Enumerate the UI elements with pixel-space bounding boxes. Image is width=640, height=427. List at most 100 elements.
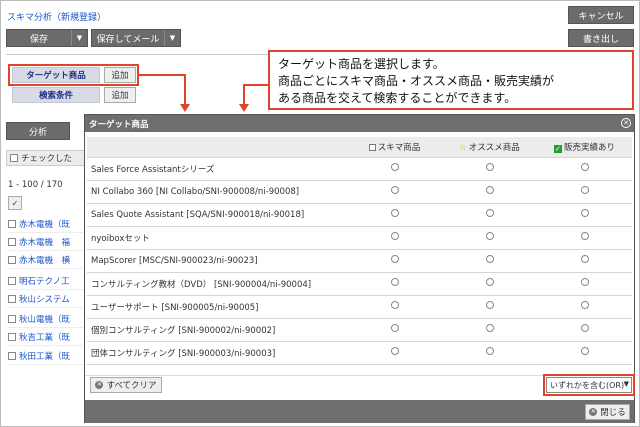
row-checkbox[interactable] xyxy=(8,255,16,264)
checkbox-icon xyxy=(10,154,18,162)
list-item-label[interactable]: 秋吉工業（既 xyxy=(19,331,70,343)
row-checkbox[interactable] xyxy=(8,314,16,323)
product-name: NI Collabo 360 [NI Collabo/SNI-900008/ni… xyxy=(87,180,347,204)
recommend-radio[interactable] xyxy=(485,278,494,286)
gap-radio[interactable] xyxy=(390,347,399,355)
row-checkbox[interactable] xyxy=(8,332,16,341)
list-item[interactable]: 赤木電機（既 xyxy=(8,215,84,233)
callout-line-3: ある商品を交えて検索することができます。 xyxy=(278,91,517,105)
sales-column-label: 販売実績あり xyxy=(563,142,615,153)
gap-radio[interactable] xyxy=(390,209,399,217)
table-row: コンサルティング教材（DVD） [SNI-900004/ni-90004] xyxy=(87,272,632,296)
arrow-down-icon xyxy=(180,104,190,112)
checked-action-label: チェックした xyxy=(21,154,73,164)
row-checkbox[interactable] xyxy=(8,237,16,246)
table-row: 個別コンサルティング [SNI-900002/ni-90002] xyxy=(87,318,632,342)
product-name: コンサルティング教材（DVD） [SNI-900004/ni-90004] xyxy=(87,272,347,296)
recommend-radio[interactable] xyxy=(485,301,494,309)
sales-radio[interactable] xyxy=(580,232,589,240)
recommend-radio[interactable] xyxy=(485,209,494,217)
product-name: Sales Force Assistantシリーズ xyxy=(87,157,347,181)
row-checkbox[interactable] xyxy=(8,351,16,360)
select-all-button[interactable]: ✓ xyxy=(8,196,22,210)
recommend-radio[interactable] xyxy=(485,163,494,171)
checked-action[interactable]: チェックした xyxy=(6,150,86,166)
list-item-label[interactable]: 赤木電機 福 xyxy=(19,236,70,248)
clear-all-label: すべてクリア xyxy=(106,381,157,391)
list-item-label[interactable]: 秋田工業（既 xyxy=(19,350,70,362)
sales-radio[interactable] xyxy=(580,278,589,286)
sales-radio[interactable] xyxy=(580,186,589,194)
clear-all-button[interactable]: ✕ すべてクリア xyxy=(90,377,162,393)
square-icon xyxy=(368,143,376,151)
callout-arrow-line xyxy=(243,84,245,106)
close-dialog-button[interactable]: ✕ 閉じる xyxy=(585,404,630,420)
arrow-down-icon xyxy=(239,104,249,112)
sales-radio[interactable] xyxy=(580,324,589,332)
close-icon[interactable]: ✕ xyxy=(621,118,631,128)
chevron-down-icon[interactable]: ▼ xyxy=(71,30,87,46)
gap-radio[interactable] xyxy=(390,232,399,240)
analyze-button[interactable]: 分析 xyxy=(6,122,70,140)
sales-radio[interactable] xyxy=(580,163,589,171)
product-column-header xyxy=(87,137,347,158)
row-checkbox[interactable] xyxy=(8,294,16,303)
list-item[interactable]: 赤木電機 横 xyxy=(8,251,84,269)
row-checkbox[interactable] xyxy=(8,276,16,285)
target-product-dialog: ターゲット商品 ✕ スキマ商品 ☆ オススメ商品 ✓ 販売実績あり Sales Fo… xyxy=(84,114,635,423)
star-icon: ☆ xyxy=(459,142,467,153)
table-row: NI Collabo 360 [NI Collabo/SNI-900008/ni… xyxy=(87,180,632,204)
gap-column-label: スキマ商品 xyxy=(377,142,421,153)
save-and-mail-button[interactable]: 保存してメール ▼ xyxy=(91,29,181,47)
search-condition-label: 検索条件 xyxy=(12,87,100,103)
gap-radio[interactable] xyxy=(390,255,399,263)
list-item[interactable]: 秋吉工業（既 xyxy=(8,328,84,346)
list-item-label[interactable]: 秋山システム xyxy=(19,293,70,305)
product-name: 団体コンサルティング [SNI-900003/ni-90003] xyxy=(87,341,347,365)
sales-radio[interactable] xyxy=(580,301,589,309)
sales-radio[interactable] xyxy=(580,347,589,355)
sales-column-header: ✓ 販売実績あり xyxy=(537,137,632,158)
list-item-label[interactable]: 赤木電機 横 xyxy=(19,254,70,266)
list-item[interactable]: 秋田工業（既 xyxy=(8,347,84,365)
gap-radio[interactable] xyxy=(390,163,399,171)
list-item-label[interactable]: 赤木電機（既 xyxy=(19,218,70,230)
sales-radio[interactable] xyxy=(580,209,589,217)
table-row: nyoiboxセット xyxy=(87,226,632,250)
recommend-radio[interactable] xyxy=(485,232,494,240)
clear-icon: ✕ xyxy=(95,381,104,389)
export-button[interactable]: 書き出し xyxy=(568,29,634,47)
recommend-radio[interactable] xyxy=(485,186,494,194)
chevron-down-icon[interactable]: ▼ xyxy=(164,30,180,46)
target-highlight-box xyxy=(8,64,139,86)
callout-line-2: 商品ごとにスキマ商品・オススメ商品・販売実績が xyxy=(278,74,555,88)
save-button[interactable]: 保存 ▼ xyxy=(6,29,88,47)
product-name: 個別コンサルティング [SNI-900002/ni-90002] xyxy=(87,318,347,342)
gap-radio[interactable] xyxy=(390,186,399,194)
product-name: nyoiboxセット xyxy=(87,226,347,250)
recommend-radio[interactable] xyxy=(485,324,494,332)
close-icon: ✕ xyxy=(589,408,598,416)
recommend-radio[interactable] xyxy=(485,255,494,263)
add-condition-button[interactable]: 追加 xyxy=(104,87,136,103)
gap-radio[interactable] xyxy=(390,324,399,332)
select-highlight-box xyxy=(543,374,635,396)
close-dialog-label: 閉じる xyxy=(600,408,626,418)
row-checkbox[interactable] xyxy=(8,219,16,228)
list-item[interactable]: 赤木電機 福 xyxy=(8,233,84,251)
dialog-bottom-bar: ✕ 閉じる xyxy=(85,400,634,423)
list-item-label[interactable]: 秋山電機（既 xyxy=(19,313,70,325)
list-item[interactable]: 秋山電機（既 xyxy=(8,310,84,328)
table-row: MapScorer [MSC/SNI-900023/ni-90023] xyxy=(87,249,632,273)
table-header-row: スキマ商品 ☆ オススメ商品 ✓ 販売実績あり xyxy=(87,137,632,158)
sales-radio[interactable] xyxy=(580,255,589,263)
dialog-header: ターゲット商品 ✕ xyxy=(85,115,634,132)
gap-radio[interactable] xyxy=(390,301,399,309)
list-item[interactable]: 明石テクノ工 xyxy=(8,272,84,290)
gap-radio[interactable] xyxy=(390,278,399,286)
recommend-radio[interactable] xyxy=(485,347,494,355)
list-item-label[interactable]: 明石テクノ工 xyxy=(19,275,70,287)
cancel-button[interactable]: キャンセル xyxy=(568,6,634,24)
instruction-callout: ターゲット商品を選択します。 商品ごとにスキマ商品・オススメ商品・販売実績が あ… xyxy=(268,50,634,110)
list-item[interactable]: 秋山システム xyxy=(8,290,84,308)
